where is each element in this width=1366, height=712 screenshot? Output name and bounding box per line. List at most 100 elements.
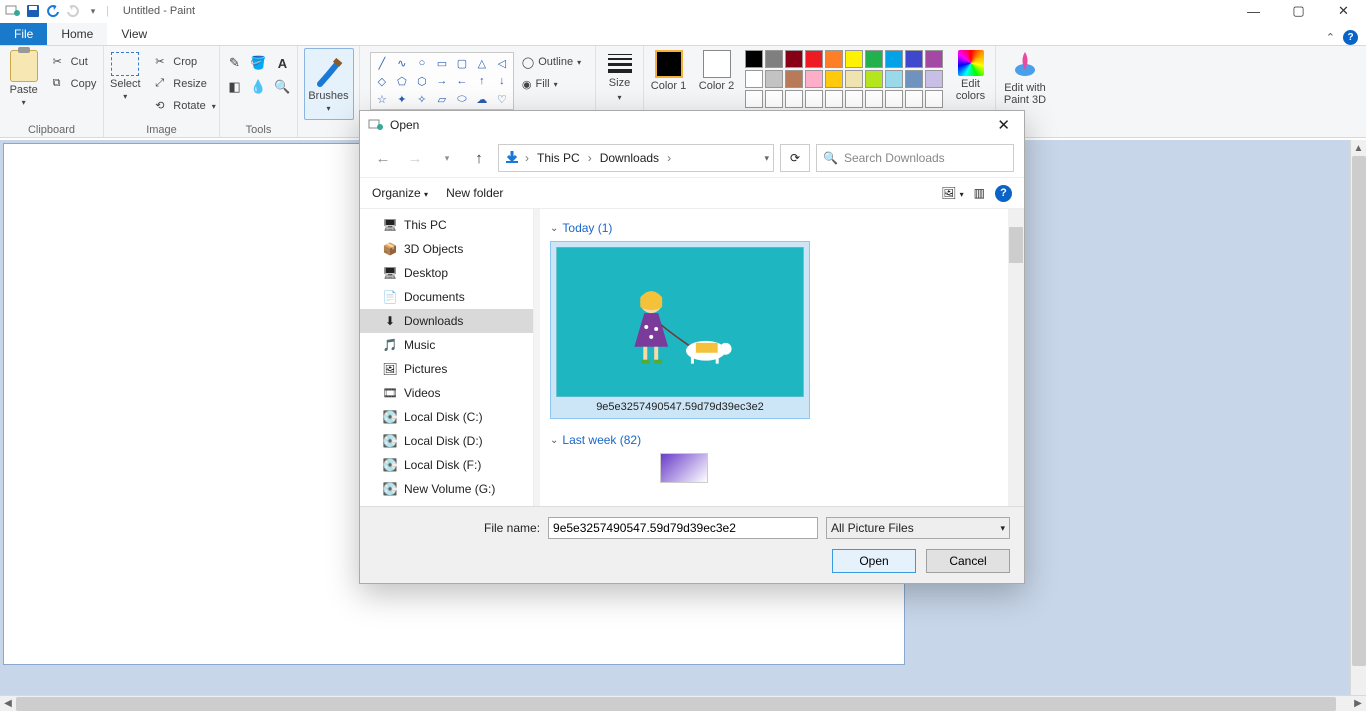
color-picker-tool[interactable]: 💧 — [248, 76, 270, 98]
tab-file[interactable]: File — [0, 23, 47, 45]
vertical-scrollbar[interactable]: ▲ — [1350, 140, 1366, 695]
open-button[interactable]: Open — [832, 549, 916, 573]
search-box[interactable]: 🔍 Search Downloads — [816, 144, 1014, 172]
tree-item-local-disk-f-[interactable]: 💽Local Disk (F:) — [360, 453, 533, 477]
horizontal-scrollbar[interactable]: ◀ ▶ — [0, 695, 1366, 711]
color-swatch[interactable] — [845, 70, 863, 88]
nav-back-button[interactable]: ← — [370, 145, 396, 171]
color-swatch-empty[interactable] — [805, 90, 823, 108]
color-swatch-empty[interactable] — [865, 90, 883, 108]
color-swatch[interactable] — [765, 70, 783, 88]
paste-button[interactable]: Paste ▾ — [3, 48, 45, 107]
dialog-close-button[interactable]: ✕ — [991, 116, 1016, 134]
color-swatch-empty[interactable] — [885, 90, 903, 108]
tab-home[interactable]: Home — [47, 23, 107, 45]
copy-button[interactable]: ⧉Copy — [49, 74, 101, 94]
rotate-button[interactable]: ⟲Rotate▾ — [151, 96, 219, 116]
brushes-button[interactable]: Brushes ▾ — [304, 48, 354, 120]
color-swatch-empty[interactable] — [765, 90, 783, 108]
ribbon-collapse-icon[interactable]: ⌃ — [1326, 31, 1335, 44]
minimize-button[interactable]: — — [1231, 0, 1276, 22]
color-swatch[interactable] — [865, 50, 883, 68]
qat-dropdown-icon[interactable]: ▾ — [84, 2, 102, 20]
color-swatch[interactable] — [825, 70, 843, 88]
color-swatch[interactable] — [925, 50, 943, 68]
nav-up-button[interactable]: ↑ — [466, 145, 492, 171]
preview-pane-button[interactable]: ▥ — [974, 186, 985, 200]
color-swatch[interactable] — [905, 70, 923, 88]
shapes-gallery[interactable]: ╱∿○▭▢△◁ ◇⬠⬡→←↑↓ ☆✦✧▱⬭☁♡ — [370, 52, 514, 110]
color-swatch-empty[interactable] — [745, 90, 763, 108]
color-swatch[interactable] — [885, 70, 903, 88]
text-tool[interactable]: A — [272, 52, 294, 74]
tree-item-videos[interactable]: 🎞Videos — [360, 381, 533, 405]
tree-item-3d-objects[interactable]: 📦3D Objects — [360, 237, 533, 261]
resize-button[interactable]: ⤢Resize — [151, 74, 219, 94]
close-window-button[interactable]: ✕ — [1321, 0, 1366, 22]
color-swatch[interactable] — [905, 50, 923, 68]
breadcrumb-thispc[interactable]: This PC — [533, 151, 584, 165]
color-swatch[interactable] — [885, 50, 903, 68]
filename-input[interactable] — [548, 517, 818, 539]
file-thumbnail-selected[interactable]: 9e5e3257490547.59d79d39ec3e2 — [550, 241, 810, 419]
breadcrumb-downloads[interactable]: Downloads — [596, 151, 663, 165]
tree-item-music[interactable]: 🎵Music — [360, 333, 533, 357]
color-swatch-empty[interactable] — [905, 90, 923, 108]
color-swatch-empty[interactable] — [825, 90, 843, 108]
help-icon[interactable]: ? — [1343, 30, 1358, 45]
new-folder-button[interactable]: New folder — [446, 186, 503, 200]
tree-item-local-disk-c-[interactable]: 💽Local Disk (C:) — [360, 405, 533, 429]
file-filter-select[interactable]: All Picture Files▾ — [826, 517, 1010, 539]
color-swatch[interactable] — [805, 70, 823, 88]
shape-fill-button[interactable]: ◉Fill▾ — [518, 74, 585, 94]
group-header-today[interactable]: ⌄Today (1) — [550, 221, 1014, 235]
nav-recent-dropdown[interactable]: ▾ — [434, 145, 460, 171]
file-thumbnail[interactable] — [660, 453, 708, 483]
tree-item-documents[interactable]: 📄Documents — [360, 285, 533, 309]
color-swatch[interactable] — [765, 50, 783, 68]
color-swatch[interactable] — [925, 70, 943, 88]
color-swatch[interactable] — [745, 70, 763, 88]
tree-item-this-pc[interactable]: 🖥This PC — [360, 213, 533, 237]
dialog-help-button[interactable]: ? — [995, 185, 1012, 202]
color-swatch[interactable] — [825, 50, 843, 68]
color-swatch[interactable] — [785, 50, 803, 68]
color-swatch-empty[interactable] — [845, 90, 863, 108]
color1-button[interactable]: Color 1 — [649, 50, 689, 92]
shape-outline-button[interactable]: ◯Outline▾ — [518, 52, 585, 72]
refresh-button[interactable]: ⟳ — [780, 144, 810, 172]
group-header-lastweek[interactable]: ⌄Last week (82) — [550, 433, 1014, 447]
fill-tool[interactable]: 🪣 — [248, 52, 270, 74]
color-swatch-empty[interactable] — [785, 90, 803, 108]
cancel-button[interactable]: Cancel — [926, 549, 1010, 573]
magnifier-tool[interactable]: 🔍 — [272, 76, 294, 98]
tab-view[interactable]: View — [107, 23, 161, 45]
eraser-tool[interactable]: ◧ — [224, 76, 246, 98]
tree-item-pictures[interactable]: 🖼Pictures — [360, 357, 533, 381]
crop-button[interactable]: ✂Crop — [151, 52, 219, 72]
breadcrumb-dropdown-icon[interactable]: ▾ — [764, 153, 769, 164]
content-scrollbar[interactable] — [1008, 209, 1024, 506]
color-swatch[interactable] — [865, 70, 883, 88]
breadcrumb[interactable]: › This PC › Downloads › ▾ — [498, 144, 774, 172]
save-icon[interactable] — [24, 2, 42, 20]
redo-icon[interactable] — [64, 2, 82, 20]
color-swatch[interactable] — [845, 50, 863, 68]
undo-icon[interactable] — [44, 2, 62, 20]
color-swatch-empty[interactable] — [925, 90, 943, 108]
pencil-tool[interactable]: ✎ — [224, 52, 246, 74]
size-button[interactable]: Size ▾ — [602, 48, 638, 102]
color-swatch[interactable] — [745, 50, 763, 68]
tree-item-desktop[interactable]: 🖥Desktop — [360, 261, 533, 285]
edit-colors-button[interactable]: Edit colors — [951, 50, 991, 102]
color-swatch[interactable] — [805, 50, 823, 68]
tree-item-local-disk-d-[interactable]: 💽Local Disk (D:) — [360, 429, 533, 453]
tree-item-new-volume-g-[interactable]: 💽New Volume (G:) — [360, 477, 533, 501]
color-swatch[interactable] — [785, 70, 803, 88]
cut-button[interactable]: ✂Cut — [49, 52, 101, 72]
view-mode-button[interactable]: 🖼 ▾ — [941, 186, 964, 200]
paint3d-button[interactable]: Edit with Paint 3D — [1001, 48, 1049, 106]
tree-item-downloads[interactable]: ⬇Downloads — [360, 309, 533, 333]
color2-button[interactable]: Color 2 — [697, 50, 737, 92]
organize-button[interactable]: Organize ▾ — [372, 186, 428, 200]
